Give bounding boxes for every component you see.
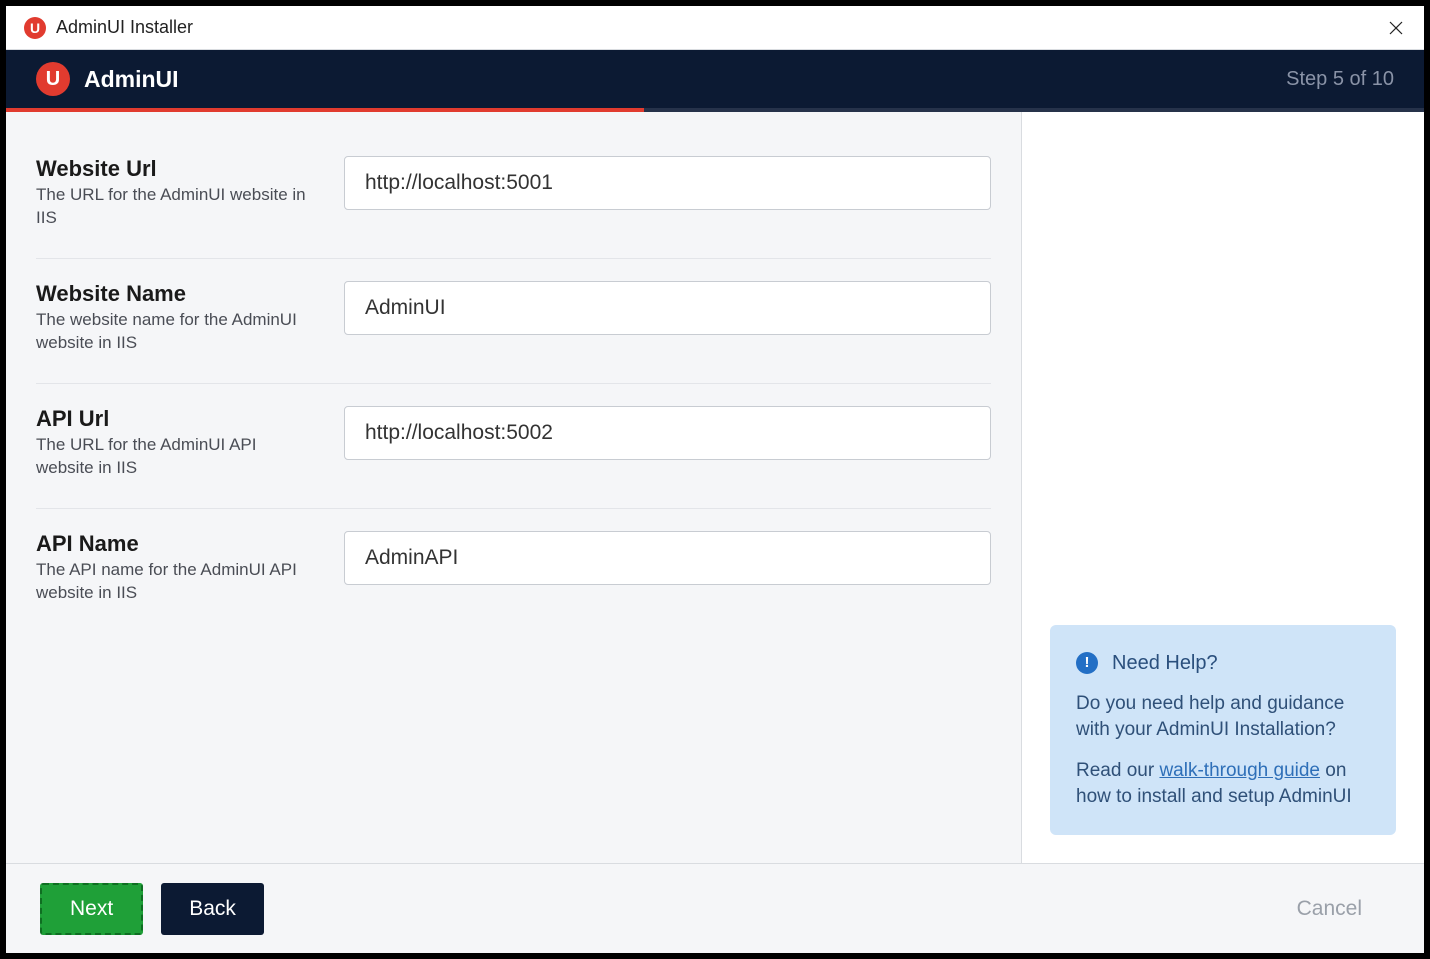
help-title: Need Help? [1112,649,1218,677]
wizard-body: Website Url The URL for the AdminUI webs… [6,112,1424,863]
app-logo-icon: U [24,17,46,39]
wizard-footer: Next Back Cancel [6,863,1424,953]
help-guide-text: Read our walk-through guide on how to in… [1076,758,1370,811]
app-logo-icon: U [36,62,70,96]
field-description: The URL for the AdminUI API website in I… [36,434,318,480]
field-label: API Url [36,406,318,432]
cancel-button[interactable]: Cancel [1269,883,1390,935]
back-button[interactable]: Back [161,883,264,935]
app-name: AdminUI [84,66,179,93]
help-body: Do you need help and guidance with your … [1076,691,1370,744]
field-label: Website Url [36,156,318,182]
help-card: ! Need Help? Do you need help and guidan… [1050,625,1396,835]
api-url-input[interactable] [344,406,991,460]
field-website-url: Website Url The URL for the AdminUI webs… [36,134,991,259]
form-panel: Website Url The URL for the AdminUI webs… [6,112,1022,863]
field-api-url: API Url The URL for the AdminUI API webs… [36,384,991,509]
field-description: The API name for the AdminUI API website… [36,559,318,605]
info-icon: ! [1076,652,1098,674]
field-website-name: Website Name The website name for the Ad… [36,259,991,384]
field-label: Website Name [36,281,318,307]
walkthrough-guide-link[interactable]: walk-through guide [1159,760,1320,781]
help-panel: ! Need Help? Do you need help and guidan… [1022,112,1424,863]
api-name-input[interactable] [344,531,991,585]
window-title: AdminUI Installer [56,17,193,38]
titlebar: U AdminUI Installer [6,6,1424,50]
field-label: API Name [36,531,318,557]
field-api-name: API Name The API name for the AdminUI AP… [36,509,991,633]
installer-window: U AdminUI Installer U AdminUI Step 5 of … [0,0,1430,959]
wizard-header: U AdminUI Step 5 of 10 [6,50,1424,108]
next-button[interactable]: Next [40,883,143,935]
close-icon[interactable] [1378,10,1414,46]
step-indicator: Step 5 of 10 [1286,68,1394,91]
field-description: The URL for the AdminUI website in IIS [36,184,318,230]
field-description: The website name for the AdminUI website… [36,309,318,355]
website-url-input[interactable] [344,156,991,210]
website-name-input[interactable] [344,281,991,335]
